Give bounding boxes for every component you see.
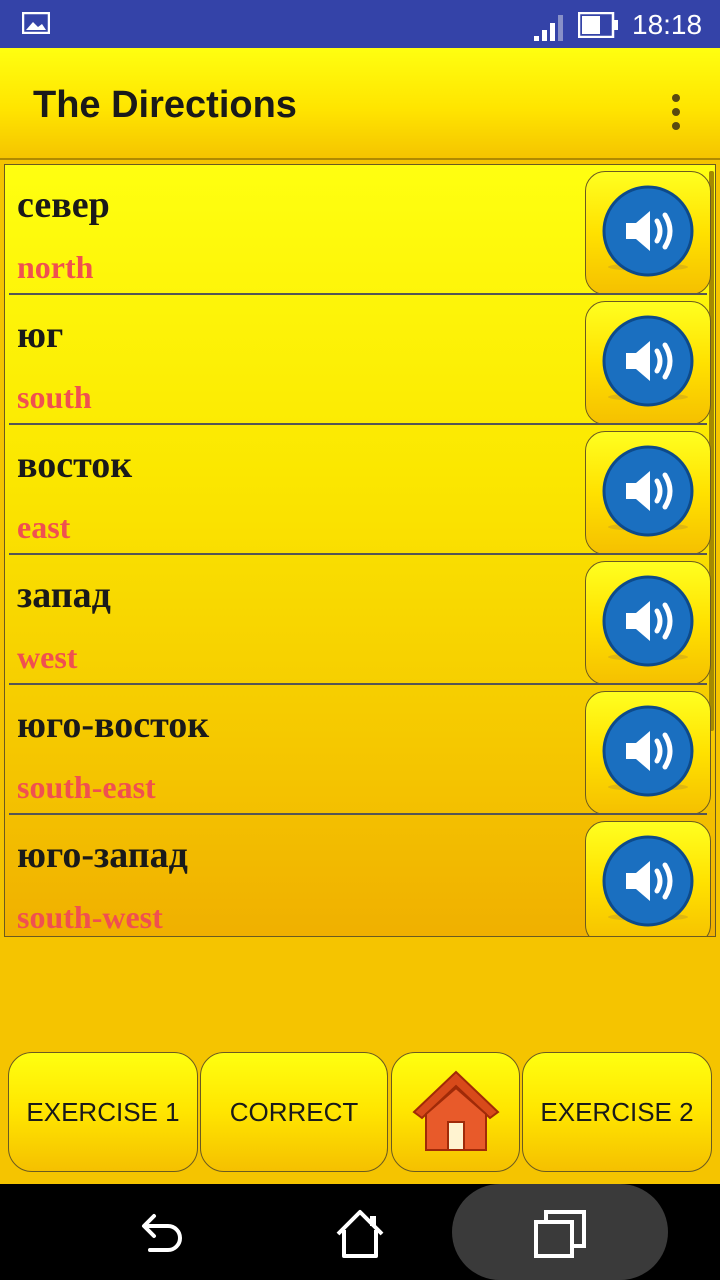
play-audio-button[interactable] <box>585 431 711 555</box>
word-text: восток <box>17 444 133 486</box>
correct-button[interactable]: CORRECT <box>200 1052 388 1172</box>
navigation-bar <box>0 1184 720 1280</box>
word-text: юго-восток <box>17 704 210 746</box>
menu-dot <box>672 108 680 116</box>
menu-dot <box>672 122 680 130</box>
speaker-icon <box>602 315 694 407</box>
word-text: юг <box>17 314 64 356</box>
status-bar: 18:18 <box>0 0 720 48</box>
back-icon[interactable] <box>132 1206 188 1262</box>
home-icon[interactable] <box>332 1206 388 1262</box>
play-audio-button[interactable] <box>585 561 711 685</box>
exercise-1-button[interactable]: EXERCISE 1 <box>8 1052 198 1172</box>
speaker-icon <box>602 185 694 277</box>
list-item: юг south <box>5 295 711 425</box>
speaker-icon <box>602 705 694 797</box>
word-text: юго-запад <box>17 834 188 876</box>
list-item: запад west <box>5 555 711 685</box>
word-text: запад <box>17 574 111 616</box>
house-icon <box>411 1070 500 1151</box>
status-clock: 18:18 <box>632 9 703 40</box>
menu-dot <box>672 94 680 102</box>
home-button[interactable] <box>391 1052 520 1172</box>
translation-text: south-west <box>17 899 163 935</box>
signal-icon <box>534 15 563 41</box>
play-audio-button[interactable] <box>585 691 711 815</box>
list-item: юго-запад south-west <box>5 815 711 936</box>
translation-text: west <box>17 639 78 675</box>
overflow-menu-icon[interactable] <box>662 90 690 134</box>
speaker-icon <box>602 575 694 667</box>
list-item: юго-восток south-east <box>5 685 711 815</box>
speaker-icon <box>602 445 694 537</box>
speaker-icon <box>602 835 694 927</box>
exercise-2-button[interactable]: EXERCISE 2 <box>522 1052 712 1172</box>
recent-apps-icon[interactable] <box>532 1206 588 1262</box>
play-audio-button[interactable] <box>585 821 711 936</box>
gallery-icon <box>22 12 50 34</box>
list-item: восток east <box>5 425 711 555</box>
page-title: The Directions <box>33 84 297 126</box>
play-audio-button[interactable] <box>585 171 711 295</box>
translation-text: south <box>17 379 92 415</box>
battery-icon <box>578 12 618 38</box>
play-audio-button[interactable] <box>585 301 711 425</box>
translation-text: south-east <box>17 769 156 805</box>
list-item: север north <box>5 165 711 295</box>
word-text: север <box>17 184 110 226</box>
translation-text: north <box>17 249 94 285</box>
word-list[interactable]: север north юг south восток east запад w… <box>4 164 716 937</box>
app-bar: The Directions <box>0 48 720 160</box>
translation-text: east <box>17 509 71 545</box>
